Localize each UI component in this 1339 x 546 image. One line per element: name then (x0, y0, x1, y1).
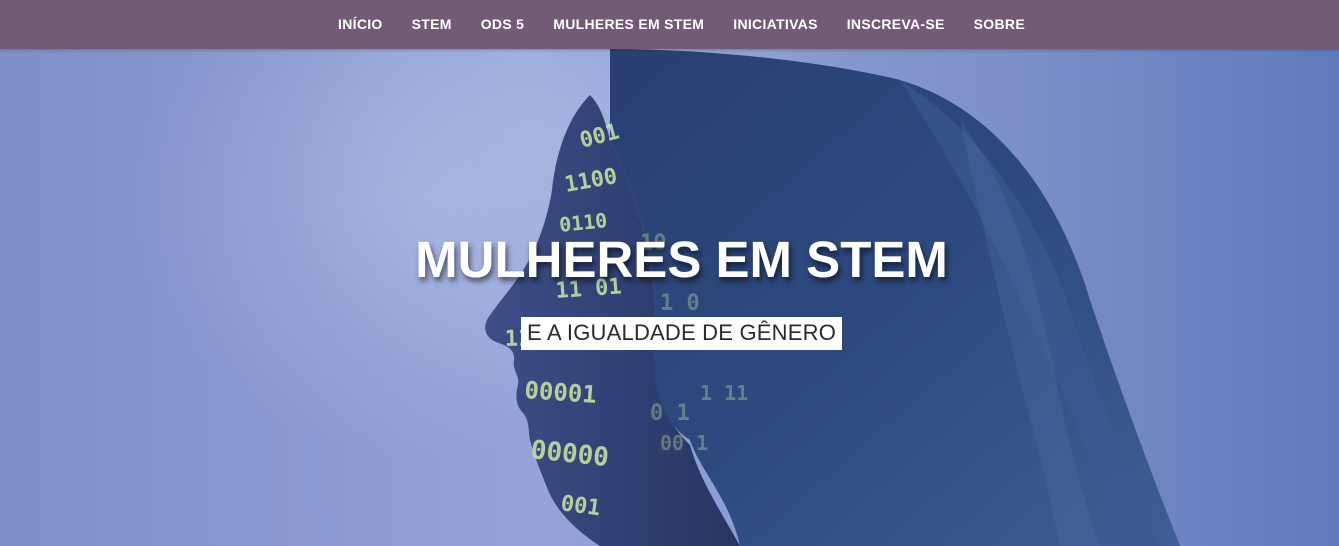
nav-item-mulheres-em-stem[interactable]: MULHERES EM STEM (539, 0, 719, 49)
hero-title: MULHERES EM STEM (415, 231, 948, 288)
svg-text:1 0: 1 0 (660, 291, 700, 316)
svg-text:00 1: 00 1 (660, 431, 708, 455)
nav-item-inscreva-se[interactable]: INSCREVA-SE (832, 0, 959, 49)
svg-text:00001: 00001 (524, 376, 598, 409)
nav-item-sobre[interactable]: SOBRE (959, 0, 1039, 49)
svg-text:1 11: 1 11 (700, 381, 748, 405)
nav-item-stem[interactable]: STEM (397, 0, 466, 49)
nav-item-ods5[interactable]: ODS 5 (466, 0, 539, 49)
nav-item-iniciativas[interactable]: INICIATIVAS (719, 0, 832, 49)
page: 001 1100 0110 11 01 11 0 00001 00000 001… (0, 0, 1339, 546)
svg-text:0 1: 0 1 (650, 401, 690, 426)
hero-subtitle: E A IGUALDADE DE GÊNERO (520, 317, 843, 350)
hero-subtitle-wrap: E A IGUALDADE DE GÊNERO (12, 317, 1339, 350)
nav-item-inicio[interactable]: INÍCIO (324, 0, 398, 49)
nav-menu: INÍCIO STEM ODS 5 MULHERES EM STEM INICI… (324, 0, 1040, 49)
top-navbar: INÍCIO STEM ODS 5 MULHERES EM STEM INICI… (0, 0, 1339, 49)
